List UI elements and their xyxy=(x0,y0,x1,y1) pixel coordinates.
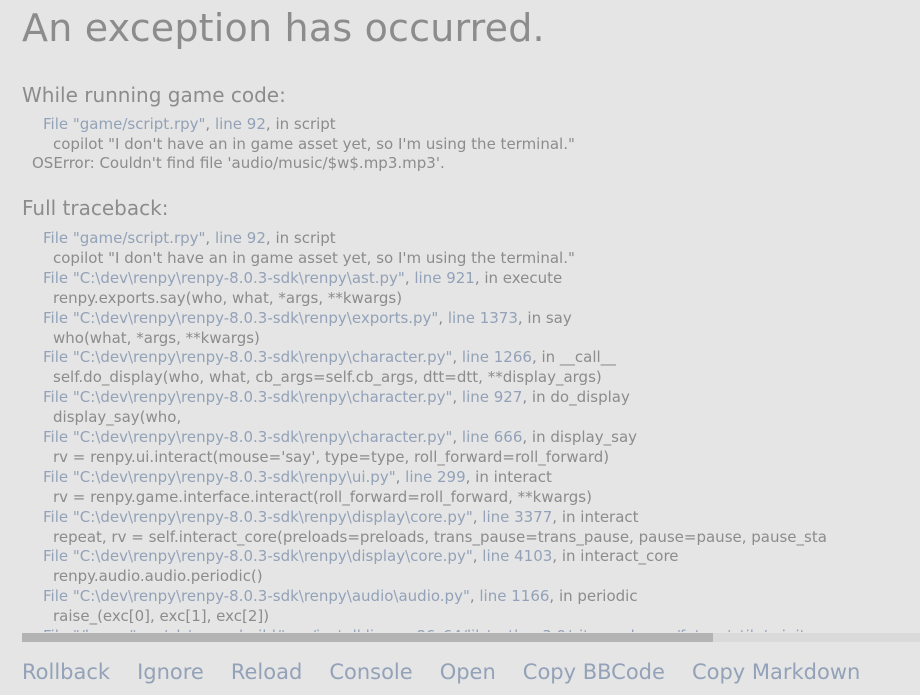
traceback-file-link[interactable]: File "C:\dev\renpy\renpy-8.0.3-sdk\renpy… xyxy=(43,309,438,327)
short-frame-rest: , in script xyxy=(265,115,336,133)
traceback-file-link[interactable]: File "C:\dev\renpy\renpy-8.0.3-sdk\renpy… xyxy=(43,348,452,366)
traceback-frame-line: File "C:\dev\renpy\renpy-8.0.3-sdk\renpy… xyxy=(43,587,638,607)
page-title: An exception has occurred. xyxy=(22,6,545,50)
traceback-frame-line: File "C:\dev\renpy\renpy-8.0.3-sdk\renpy… xyxy=(43,428,637,448)
traceback-sep: , xyxy=(472,547,483,566)
traceback-file-link[interactable]: File "C:\dev\renpy\renpy-8.0.3-sdk\renpy… xyxy=(43,388,452,406)
rollback-button[interactable]: Rollback xyxy=(22,660,110,690)
traceback-function: , in interact_core xyxy=(552,547,679,566)
traceback-function: , in periodic xyxy=(549,587,638,606)
open-button[interactable]: Open xyxy=(440,660,496,690)
traceback-frame-line: File "/home/tom/ab/renpy-build/tmp/insta… xyxy=(43,627,806,632)
scrollbar-thumb[interactable] xyxy=(22,633,713,642)
traceback-function: , in do_display xyxy=(522,388,630,407)
traceback-function: , in say xyxy=(517,308,572,327)
traceback-code-line: raise_(exc[0], exc[1], exc[2]) xyxy=(53,607,270,626)
traceback-file-link[interactable]: File "C:\dev\renpy\renpy-8.0.3-sdk\renpy… xyxy=(43,587,470,605)
traceback-code-line: display_say(who, xyxy=(53,408,182,427)
ignore-button[interactable]: Ignore xyxy=(137,660,204,690)
traceback-file-link[interactable]: File "C:\dev\renpy\renpy-8.0.3-sdk\renpy… xyxy=(43,547,473,565)
traceback-file-link[interactable]: File "C:\dev\renpy\renpy-8.0.3-sdk\renpy… xyxy=(43,428,452,446)
traceback-file-link[interactable]: File "game/script.rpy" xyxy=(43,229,205,247)
error-message: OSError: Couldn't find file 'audio/music… xyxy=(32,154,445,172)
short-frame-line-link[interactable]: line 92 xyxy=(215,115,266,133)
traceback-function: , in display_say xyxy=(522,428,638,446)
traceback-frame-line: File "game/script.rpy", line 92, in scri… xyxy=(43,229,336,249)
reload-button[interactable]: Reload xyxy=(231,660,302,690)
traceback-line-link[interactable]: line 921 xyxy=(414,269,474,287)
traceback-code-line: copilot "I don't have an in game asset y… xyxy=(53,248,575,267)
console-button[interactable]: Console xyxy=(329,660,412,690)
horizontal-scrollbar[interactable] xyxy=(22,633,920,642)
short-frame-sep: , xyxy=(205,115,215,133)
traceback-code-line: renpy.exports.say(who, what, *args, **kw… xyxy=(53,288,403,307)
traceback-code-line: who(what, *args, **kwargs) xyxy=(53,328,260,347)
traceback-line-link[interactable]: line 1266 xyxy=(462,348,532,366)
traceback-code-line: renpy.audio.audio.periodic() xyxy=(53,567,263,586)
action-menu: Rollback Ignore Reload Console Open Copy BBCo… xyxy=(22,660,887,690)
traceback-sep: , xyxy=(452,388,462,407)
traceback-line-link[interactable]: line 1373 xyxy=(448,309,518,327)
traceback-frame-line: File "C:\dev\renpy\renpy-8.0.3-sdk\renpy… xyxy=(43,348,616,368)
traceback-frame-line: File "C:\dev\renpy\renpy-8.0.3-sdk\renpy… xyxy=(43,309,572,329)
copy-markdown-button[interactable]: Copy Markdown xyxy=(692,660,860,690)
short-frame-file-link[interactable]: File "game/script.rpy" xyxy=(43,115,205,133)
traceback-sep: , xyxy=(452,348,462,367)
traceback-frame-line: File "C:\dev\renpy\renpy-8.0.3-sdk\renpy… xyxy=(43,269,562,289)
traceback-sep: , xyxy=(472,507,483,526)
short-frame-code: copilot "I don't have an in game asset y… xyxy=(53,135,575,153)
traceback-scroll-area[interactable]: File "game/script.rpy", line 92, in scri… xyxy=(0,229,920,632)
traceback-code-line: repeat, rv = self.interact_core(preloads… xyxy=(53,527,827,546)
copy-bbcode-button[interactable]: Copy BBCode xyxy=(523,660,665,690)
traceback-function: , in script xyxy=(265,229,336,247)
traceback-sep: , xyxy=(205,229,215,247)
traceback-sep: , xyxy=(469,587,480,606)
while-running-heading: While running game code: xyxy=(22,83,286,107)
traceback-sep: , xyxy=(404,268,415,287)
traceback-frame-line: File "C:\dev\renpy\renpy-8.0.3-sdk\renpy… xyxy=(43,468,552,488)
traceback-function: , in interact xyxy=(552,507,639,526)
traceback-function: , in __call__ xyxy=(531,348,616,367)
traceback-file-link[interactable]: File "C:\dev\renpy\renpy-8.0.3-sdk\renpy… xyxy=(43,269,405,287)
traceback-sep: , xyxy=(452,428,462,446)
traceback-code-line: self.do_display(who, what, cb_args=self.… xyxy=(53,368,602,387)
full-traceback-heading: Full traceback: xyxy=(22,196,169,220)
traceback-line-link[interactable]: line 927 xyxy=(462,388,522,406)
traceback-line-link[interactable]: line 4103 xyxy=(482,547,552,565)
traceback-frame-line: File "C:\dev\renpy\renpy-8.0.3-sdk\renpy… xyxy=(43,388,630,408)
traceback-line-link[interactable]: line 3377 xyxy=(482,508,552,526)
traceback-frame-line: File "C:\dev\renpy\renpy-8.0.3-sdk\renpy… xyxy=(43,547,679,567)
traceback-frame-line: File "C:\dev\renpy\renpy-8.0.3-sdk\renpy… xyxy=(43,508,639,528)
traceback-line-link[interactable]: line 666 xyxy=(462,428,522,446)
traceback-file-link[interactable]: File "/home/tom/ab/renpy-build/tmp/insta… xyxy=(43,627,806,632)
traceback-line-link[interactable]: line 92 xyxy=(215,229,266,247)
traceback-code-line: rv = renpy.ui.interact(mouse='say', type… xyxy=(53,447,610,466)
traceback-sep: , xyxy=(438,308,448,327)
traceback-line-link[interactable]: line 299 xyxy=(405,468,465,486)
traceback-line-link[interactable]: line 1166 xyxy=(479,587,549,605)
traceback-sep: , xyxy=(395,467,406,486)
traceback-file-link[interactable]: File "C:\dev\renpy\renpy-8.0.3-sdk\renpy… xyxy=(43,468,396,486)
short-frame-line: File "game/script.rpy", line 92, in scri… xyxy=(43,115,336,135)
traceback-file-link[interactable]: File "C:\dev\renpy\renpy-8.0.3-sdk\renpy… xyxy=(43,508,473,526)
traceback-code-line: rv = renpy.game.interface.interact(roll_… xyxy=(53,487,592,506)
traceback-function: , in execute xyxy=(474,268,563,287)
traceback-function: , in interact xyxy=(465,467,552,486)
